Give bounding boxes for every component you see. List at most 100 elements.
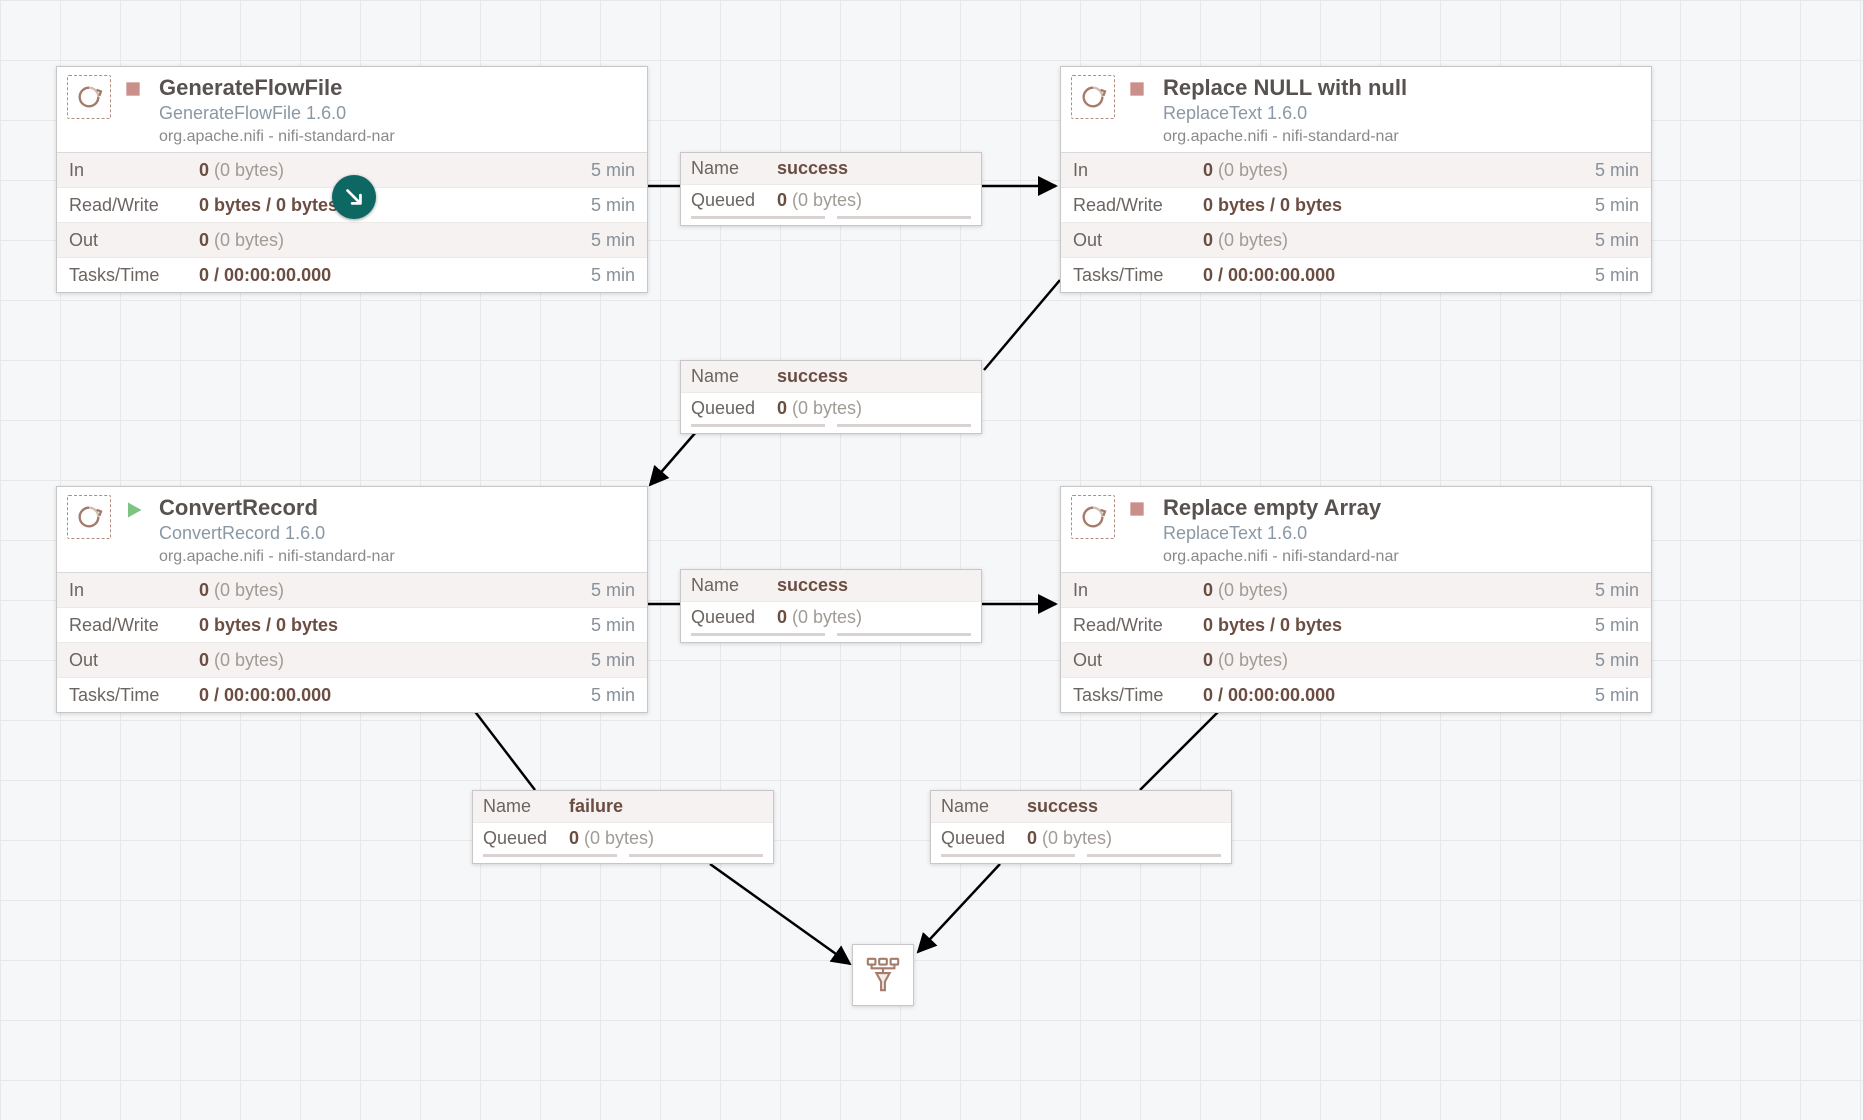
conn-queued-label: Queued (691, 398, 777, 419)
conn-queued: 0 (0 bytes) (1027, 828, 1112, 849)
stat-value: 0 / 00:00:00.000 (199, 685, 591, 706)
processor-name: GenerateFlowFile (159, 75, 395, 101)
connection-c3[interactable]: NamefailureQueued0 (0 bytes) (472, 790, 774, 864)
processor-icon (67, 495, 111, 539)
stat-value: 0 bytes / 0 bytes (1203, 195, 1595, 216)
stat-value: 0 (0 bytes) (199, 230, 591, 251)
stat-window: 5 min (1595, 195, 1639, 216)
stat-label: In (69, 580, 199, 601)
stat-label: Out (69, 650, 199, 671)
processor-name: Replace NULL with null (1163, 75, 1407, 101)
stat-label: Out (1073, 230, 1203, 251)
processor-type: ConvertRecord 1.6.0 (159, 523, 395, 545)
stat-value: 0 bytes / 0 bytes (1203, 615, 1595, 636)
backpressure-bar (931, 854, 1231, 863)
stat-window: 5 min (1595, 580, 1639, 601)
flow-canvas[interactable]: GenerateFlowFileGenerateFlowFile 1.6.0 or… (0, 0, 1863, 1120)
connection-c0[interactable]: NamesuccessQueued0 (0 bytes) (680, 152, 982, 226)
processor-name: Replace empty Array (1163, 495, 1399, 521)
stat-label: Read/Write (1073, 615, 1203, 636)
processor-icon (1071, 75, 1115, 119)
stat-window: 5 min (1595, 265, 1639, 286)
stop-icon (1129, 501, 1151, 522)
processor-p2[interactable]: ConvertRecordConvertRecord 1.6.0 org.apac… (56, 486, 648, 713)
connection-c1[interactable]: NamesuccessQueued0 (0 bytes) (680, 360, 982, 434)
conn-name-label: Name (941, 796, 1027, 817)
processor-type: ReplaceText 1.6.0 (1163, 523, 1399, 545)
stat-window: 5 min (591, 650, 635, 671)
conn-name: success (777, 575, 848, 596)
funnel-icon (864, 956, 902, 994)
backpressure-bar (681, 633, 981, 642)
conn-queued: 0 (0 bytes) (777, 607, 862, 628)
stat-label: Tasks/Time (1073, 265, 1203, 286)
conn-queued-label: Queued (691, 607, 777, 628)
stat-value: 0 (0 bytes) (199, 160, 591, 181)
stat-label: In (1073, 580, 1203, 601)
stat-value: 0 (0 bytes) (1203, 230, 1595, 251)
conn-name-label: Name (691, 366, 777, 387)
stat-label: Tasks/Time (69, 685, 199, 706)
stat-window: 5 min (1595, 160, 1639, 181)
stat-value: 0 (0 bytes) (1203, 650, 1595, 671)
stat-window: 5 min (591, 195, 635, 216)
conn-queued: 0 (0 bytes) (777, 190, 862, 211)
processor-stats: In0 (0 bytes)5 minRead/Write0 bytes / 0 … (57, 152, 647, 292)
processor-bundle: org.apache.nifi - nifi-standard-nar (1163, 127, 1407, 146)
stop-icon (125, 81, 147, 102)
play-icon (125, 501, 147, 524)
stat-value: 0 / 00:00:00.000 (199, 265, 591, 286)
stat-value: 0 bytes / 0 bytes (199, 195, 591, 216)
processor-bundle: org.apache.nifi - nifi-standard-nar (159, 547, 395, 566)
connection-c4[interactable]: NamesuccessQueued0 (0 bytes) (930, 790, 1232, 864)
stat-value: 0 (0 bytes) (1203, 580, 1595, 601)
connection-c2[interactable]: NamesuccessQueued0 (0 bytes) (680, 569, 982, 643)
processor-icon (67, 75, 111, 119)
conn-name: success (777, 158, 848, 179)
conn-name: success (777, 366, 848, 387)
processor-bundle: org.apache.nifi - nifi-standard-nar (159, 127, 395, 146)
processor-type: GenerateFlowFile 1.6.0 (159, 103, 395, 125)
conn-queued: 0 (0 bytes) (569, 828, 654, 849)
backpressure-bar (681, 424, 981, 433)
conn-name: failure (569, 796, 623, 817)
funnel[interactable] (852, 944, 914, 1006)
stat-value: 0 (0 bytes) (199, 580, 591, 601)
stat-value: 0 (0 bytes) (1203, 160, 1595, 181)
arrow-icon (343, 186, 365, 208)
connection-drag-handle[interactable] (332, 175, 376, 219)
stop-icon (1129, 81, 1151, 102)
processor-name: ConvertRecord (159, 495, 395, 521)
stat-label: Tasks/Time (69, 265, 199, 286)
conn-name-label: Name (691, 158, 777, 179)
conn-queued-label: Queued (941, 828, 1027, 849)
stat-value: 0 / 00:00:00.000 (1203, 265, 1595, 286)
processor-p1[interactable]: Replace NULL with nullReplaceText 1.6.0o… (1060, 66, 1652, 293)
stat-label: Out (69, 230, 199, 251)
stat-label: In (69, 160, 199, 181)
conn-name: success (1027, 796, 1098, 817)
stat-window: 5 min (1595, 650, 1639, 671)
stat-window: 5 min (591, 230, 635, 251)
conn-queued-label: Queued (691, 190, 777, 211)
conn-queued: 0 (0 bytes) (777, 398, 862, 419)
processor-p3[interactable]: Replace empty ArrayReplaceText 1.6.0org.… (1060, 486, 1652, 713)
stat-value: 0 (0 bytes) (199, 650, 591, 671)
stat-window: 5 min (591, 580, 635, 601)
stat-label: Read/Write (1073, 195, 1203, 216)
stat-window: 5 min (1595, 230, 1639, 251)
processor-stats: In0 (0 bytes)5 minRead/Write0 bytes / 0 … (57, 572, 647, 712)
conn-name-label: Name (691, 575, 777, 596)
processor-icon (1071, 495, 1115, 539)
stat-window: 5 min (591, 265, 635, 286)
conn-queued-label: Queued (483, 828, 569, 849)
backpressure-bar (681, 216, 981, 225)
stat-window: 5 min (591, 160, 635, 181)
stat-label: Out (1073, 650, 1203, 671)
stat-label: Read/Write (69, 195, 199, 216)
stat-window: 5 min (1595, 615, 1639, 636)
stat-value: 0 bytes / 0 bytes (199, 615, 591, 636)
stat-window: 5 min (591, 615, 635, 636)
conn-name-label: Name (483, 796, 569, 817)
processor-stats: In0 (0 bytes)5 minRead/Write0 bytes / 0 … (1061, 572, 1651, 712)
